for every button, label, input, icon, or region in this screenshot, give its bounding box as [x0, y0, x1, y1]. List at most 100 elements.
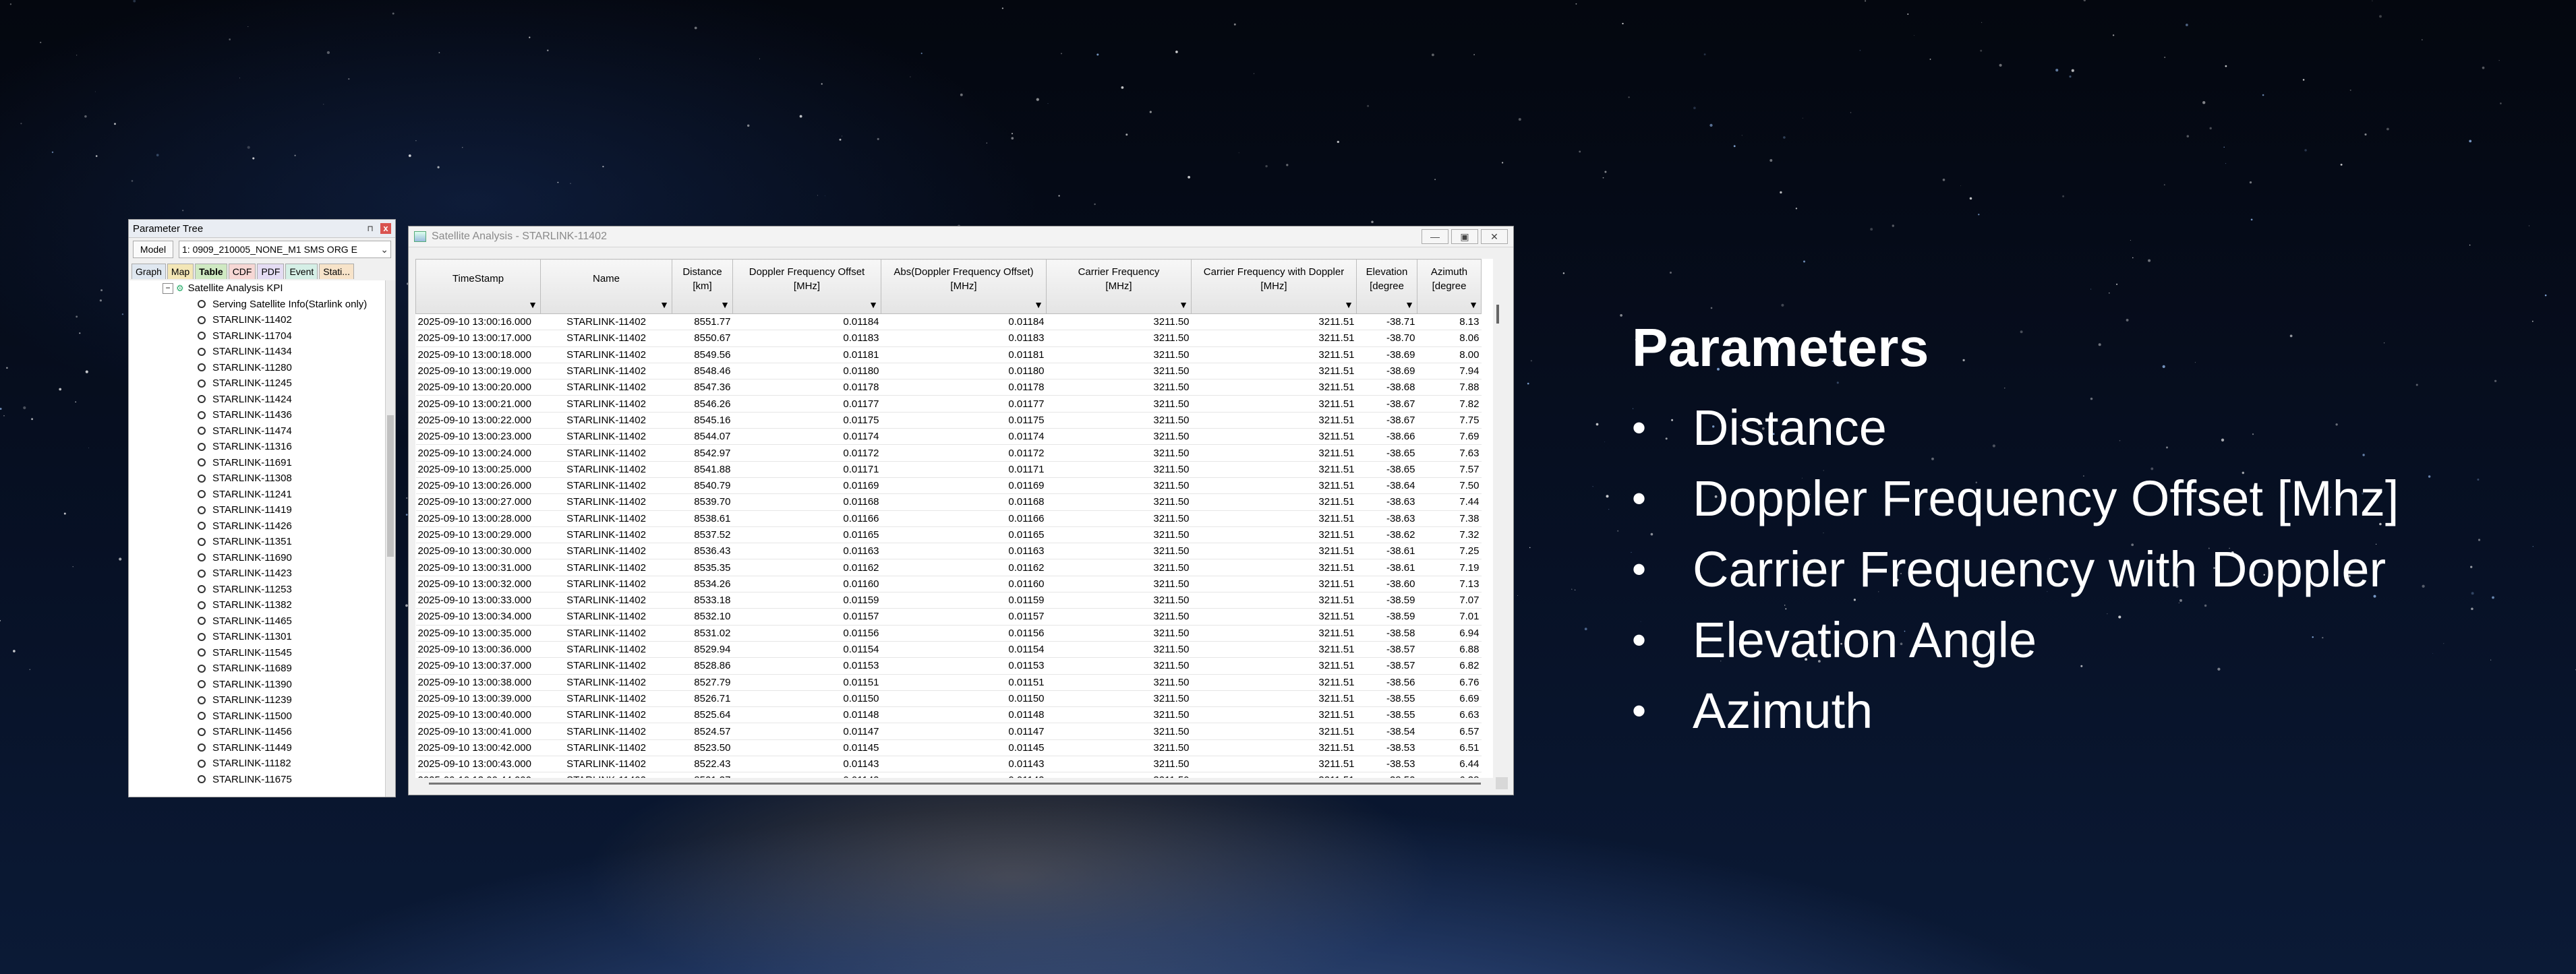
tree-item[interactable]: STARLINK-11689: [129, 661, 386, 677]
horizontal-scroll-thumb[interactable]: [429, 783, 1481, 785]
tab-pdf[interactable]: PDF: [257, 264, 285, 279]
vertical-scroll-thumb[interactable]: [1496, 305, 1499, 324]
tree-item[interactable]: STARLINK-11434: [129, 344, 386, 360]
tree-item[interactable]: STARLINK-11500: [129, 708, 386, 725]
parameter-tree-scrollbar[interactable]: [385, 280, 395, 797]
tree-item[interactable]: STARLINK-11402: [129, 312, 386, 328]
column-header[interactable]: Azimuth [degree ▼: [1417, 259, 1482, 314]
tree-item[interactable]: STARLINK-11690: [129, 550, 386, 566]
table-horizontal-scrollbar[interactable]: [415, 779, 1494, 789]
column-header[interactable]: Elevation [degree ▼: [1356, 259, 1417, 314]
table-row[interactable]: 2025-09-10 13:00:31.000 STARLINK-11402 853…: [415, 559, 1482, 576]
column-header[interactable]: Carrier Frequency with Doppler [MHz] ▼: [1191, 259, 1357, 314]
tab-table[interactable]: Table: [195, 264, 227, 279]
column-header[interactable]: Name ▼: [540, 259, 672, 314]
tree-item[interactable]: STARLINK-11545: [129, 645, 386, 661]
tree-item[interactable]: STARLINK-11308: [129, 470, 386, 487]
table-row[interactable]: 2025-09-10 13:00:41.000 STARLINK-11402 852…: [415, 723, 1482, 740]
table-row[interactable]: 2025-09-10 13:00:29.000 STARLINK-11402 853…: [415, 526, 1482, 544]
tree-item[interactable]: STARLINK-11675: [129, 772, 386, 788]
tree-item[interactable]: STARLINK-11382: [129, 597, 386, 613]
tree-item[interactable]: STARLINK-11301: [129, 629, 386, 645]
column-header[interactable]: Abs(Doppler Frequency Offset) [MHz] ▼: [881, 259, 1047, 314]
column-header[interactable]: Distance [km] ▼: [672, 259, 733, 314]
tree-item[interactable]: STARLINK-11390: [129, 677, 386, 693]
table-row[interactable]: 2025-09-10 13:00:18.000 STARLINK-11402 854…: [415, 346, 1482, 363]
tree-item[interactable]: STARLINK-11426: [129, 518, 386, 535]
table-row[interactable]: 2025-09-10 13:00:36.000 STARLINK-11402 852…: [415, 641, 1482, 659]
maximize-button[interactable]: ▣: [1451, 229, 1478, 244]
tree-item[interactable]: STARLINK-11465: [129, 613, 386, 630]
table-row[interactable]: 2025-09-10 13:00:26.000 STARLINK-11402 854…: [415, 477, 1482, 495]
table-row[interactable]: 2025-09-10 13:00:37.000 STARLINK-11402 852…: [415, 657, 1482, 675]
filter-arrow-icon[interactable]: ▼: [720, 298, 730, 312]
pin-icon[interactable]: ⊓: [365, 224, 375, 233]
tree-item[interactable]: STARLINK-11691: [129, 455, 386, 471]
close-panel-button[interactable]: x: [380, 223, 391, 234]
table-row[interactable]: 2025-09-10 13:00:34.000 STARLINK-11402 853…: [415, 608, 1482, 626]
filter-arrow-icon[interactable]: ▼: [1469, 298, 1478, 312]
table-row[interactable]: 2025-09-10 13:00:24.000 STARLINK-11402 854…: [415, 444, 1482, 462]
filter-arrow-icon[interactable]: ▼: [660, 298, 669, 312]
tree-item[interactable]: STARLINK-11316: [129, 439, 386, 455]
tree-item[interactable]: STARLINK-11436: [129, 407, 386, 423]
table-row[interactable]: 2025-09-10 13:00:42.000 STARLINK-11402 852…: [415, 739, 1482, 757]
filter-arrow-icon[interactable]: ▼: [1034, 298, 1043, 312]
tab-stati[interactable]: Stati...: [319, 264, 354, 279]
tree-item[interactable]: STARLINK-11704: [129, 328, 386, 344]
table-row[interactable]: 2025-09-10 13:00:30.000 STARLINK-11402 853…: [415, 543, 1482, 560]
tree-item[interactable]: STARLINK-11456: [129, 724, 386, 740]
table-row[interactable]: 2025-09-10 13:00:32.000 STARLINK-11402 853…: [415, 576, 1482, 593]
tab-graph[interactable]: Graph: [131, 264, 166, 279]
model-select[interactable]: 1: 0909_210005_NONE_M1 SMS ORG E ⌄: [179, 241, 391, 258]
table-row[interactable]: 2025-09-10 13:00:21.000 STARLINK-11402 854…: [415, 395, 1482, 413]
table-row[interactable]: 2025-09-10 13:00:44.000STARLINK-11402852…: [415, 772, 1482, 778]
tree-item[interactable]: STARLINK-11253: [129, 582, 386, 598]
tree-root-node[interactable]: − ⚙ Satellite Analysis KPI: [129, 280, 386, 297]
column-header[interactable]: Carrier Frequency [MHz] ▼: [1046, 259, 1192, 314]
tab-map[interactable]: Map: [167, 264, 194, 279]
tree-item[interactable]: STARLINK-11419: [129, 502, 386, 518]
tree-item[interactable]: STARLINK-11280: [129, 360, 386, 376]
filter-arrow-icon[interactable]: ▼: [1179, 298, 1188, 312]
table-row[interactable]: 2025-09-10 13:00:25.000 STARLINK-11402 854…: [415, 461, 1482, 478]
table-row[interactable]: 2025-09-10 13:00:22.000 STARLINK-11402 854…: [415, 412, 1482, 429]
tree-item[interactable]: STARLINK-11239: [129, 692, 386, 708]
tree-item[interactable]: STARLINK-11182: [129, 756, 386, 772]
tree-item[interactable]: STARLINK-11474: [129, 423, 386, 439]
tree-item[interactable]: STARLINK-11351: [129, 534, 386, 550]
table-row[interactable]: 2025-09-10 13:00:27.000 STARLINK-11402 853…: [415, 493, 1482, 511]
tree-item[interactable]: STARLINK-11449: [129, 740, 386, 756]
table-row[interactable]: 2025-09-10 13:00:35.000 STARLINK-11402 853…: [415, 625, 1482, 642]
column-header[interactable]: Doppler Frequency Offset [MHz] ▼: [732, 259, 881, 314]
tree-item[interactable]: STARLINK-11423: [129, 566, 386, 582]
table-row[interactable]: 2025-09-10 13:00:16.000 STARLINK-11402 855…: [415, 313, 1482, 331]
table-row[interactable]: 2025-09-10 13:00:17.000 STARLINK-11402 855…: [415, 330, 1482, 347]
table-row[interactable]: 2025-09-10 13:00:19.000 STARLINK-11402 854…: [415, 363, 1482, 380]
table-row[interactable]: 2025-09-10 13:00:43.000 STARLINK-11402 852…: [415, 756, 1482, 773]
filter-arrow-icon[interactable]: ▼: [1405, 298, 1414, 312]
filter-arrow-icon[interactable]: ▼: [1344, 298, 1353, 312]
filter-arrow-icon[interactable]: ▼: [869, 298, 878, 312]
minimize-button[interactable]: —: [1422, 229, 1448, 244]
table-row[interactable]: 2025-09-10 13:00:39.000 STARLINK-11402 852…: [415, 690, 1482, 708]
scroll-thumb[interactable]: [387, 415, 394, 557]
resize-grip[interactable]: [1496, 777, 1508, 789]
column-header[interactable]: TimeStamp ▼: [415, 259, 541, 314]
table-row[interactable]: 2025-09-10 13:00:20.000 STARLINK-11402 854…: [415, 379, 1482, 396]
table-row[interactable]: 2025-09-10 13:00:23.000 STARLINK-11402 854…: [415, 428, 1482, 446]
tree-item[interactable]: STARLINK-11424: [129, 392, 386, 408]
tree-item[interactable]: STARLINK-11241: [129, 487, 386, 503]
table-row[interactable]: 2025-09-10 13:00:40.000 STARLINK-11402 852…: [415, 706, 1482, 724]
filter-arrow-icon[interactable]: ▼: [528, 298, 537, 312]
table-vertical-scrollbar[interactable]: [1493, 259, 1504, 778]
collapse-icon[interactable]: −: [163, 282, 173, 294]
close-window-button[interactable]: ✕: [1481, 229, 1508, 244]
tab-event[interactable]: Event: [285, 264, 318, 279]
tree-item[interactable]: Serving Satellite Info(Starlink only): [129, 297, 386, 313]
tab-cdf[interactable]: CDF: [228, 264, 256, 279]
table-row[interactable]: 2025-09-10 13:00:38.000 STARLINK-11402 852…: [415, 674, 1482, 691]
tree-item[interactable]: STARLINK-11245: [129, 375, 386, 392]
table-row[interactable]: 2025-09-10 13:00:33.000 STARLINK-11402 853…: [415, 592, 1482, 609]
table-row[interactable]: 2025-09-10 13:00:28.000 STARLINK-11402 853…: [415, 510, 1482, 527]
